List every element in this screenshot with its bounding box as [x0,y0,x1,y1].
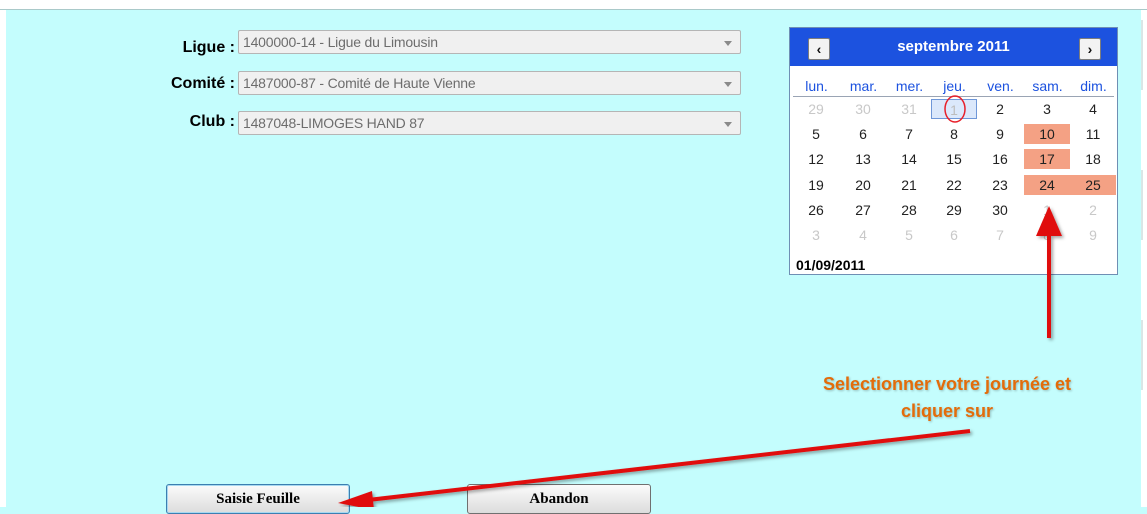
selection-circle [944,95,966,123]
annotation-arrows [338,95,1062,507]
arrow-left-shaft [367,429,971,502]
arrow-up-head [1036,206,1062,236]
arrow-left-head [338,491,374,507]
